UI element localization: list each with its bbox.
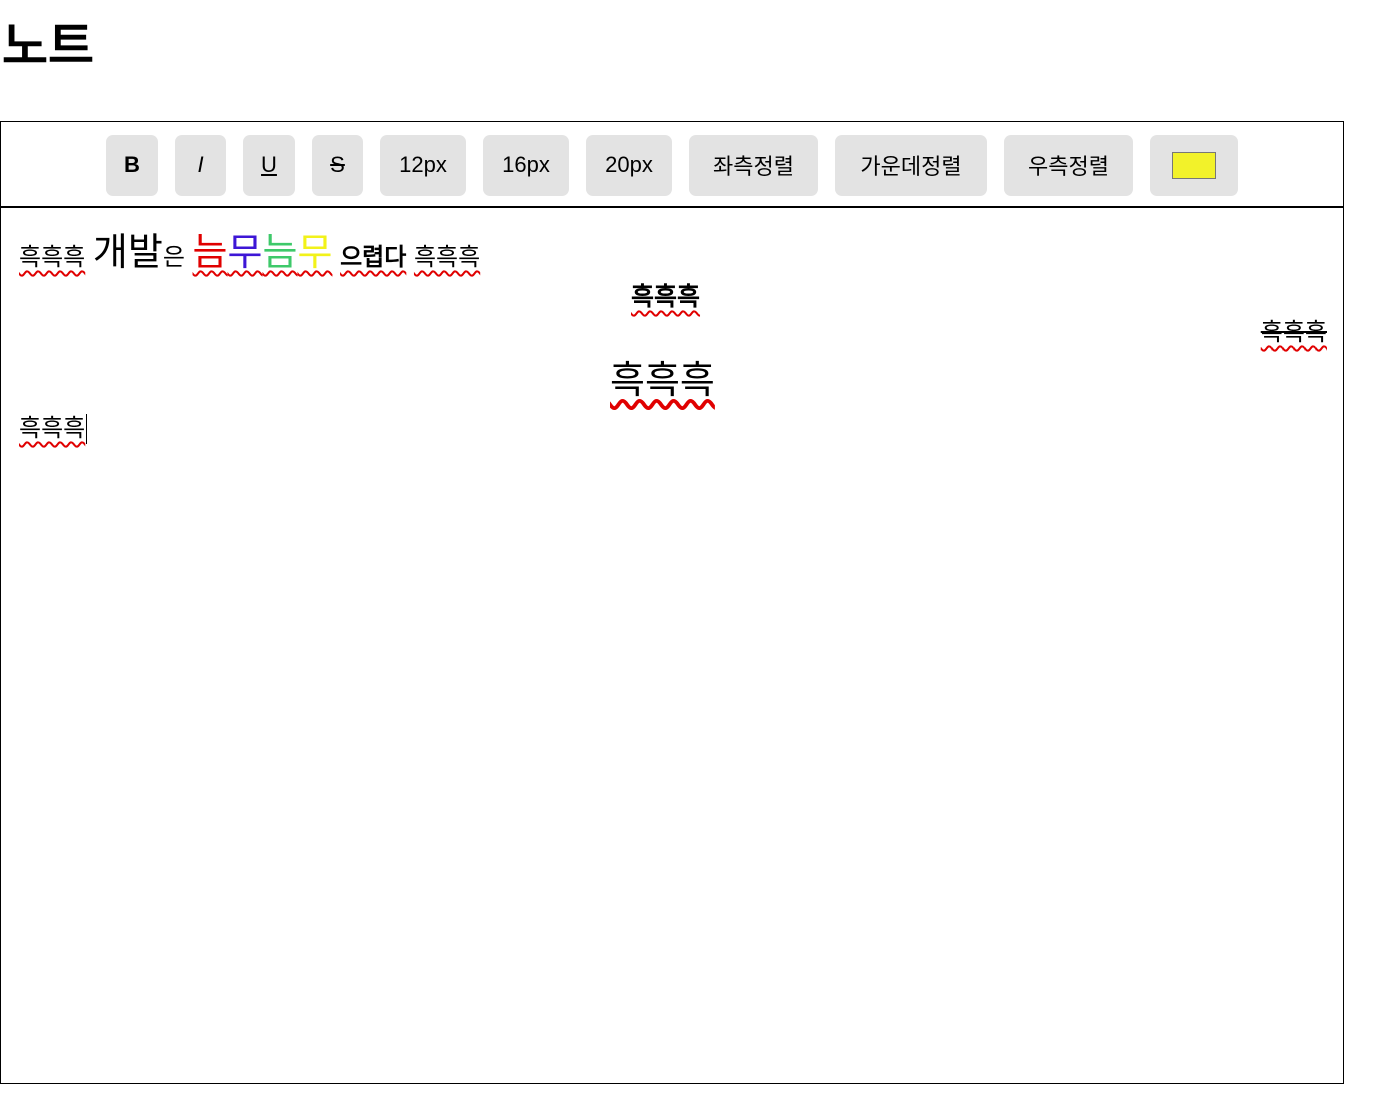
align-center-button[interactable]: 가운데정렬 <box>835 134 987 196</box>
editor-content[interactable]: 흑흑흑 개발은 늠무늠무 으렵다 흑흑흑 흑흑흑 흑흑흑 흑흑흑 흑흑흑 <box>1 208 1343 444</box>
font-size-16-button[interactable]: 16px <box>483 134 569 196</box>
format-toolbar: B I U S 12px 16px 20px 좌측정렬 가운데정렬 우측정렬 <box>1 122 1343 208</box>
font-size-20-button[interactable]: 20px <box>586 134 672 196</box>
text-segment-yellow: 무 <box>297 230 333 274</box>
text-segment: 은 <box>162 243 185 271</box>
text-segment-strikethrough: 흑흑흑 <box>1260 318 1327 346</box>
content-line-4: 흑흑흑 <box>610 358 715 404</box>
text-segment-blue: 무 <box>227 230 263 274</box>
bold-button[interactable]: B <box>106 134 158 196</box>
text-segment-bold: 흑흑흑 <box>631 282 701 311</box>
text-segment-bold: 으렵다 <box>340 243 407 271</box>
text-segment: 흑흑흑 <box>413 243 481 271</box>
note-editor: B I U S 12px 16px 20px 좌측정렬 가운데정렬 우측정렬 흑… <box>0 121 1344 1084</box>
content-line-3: 흑흑흑 <box>1261 318 1327 347</box>
content-line-1: 흑흑흑 개발은 늠무늠무 으렵다 흑흑흑 <box>19 230 480 276</box>
align-right-button[interactable]: 우측정렬 <box>1004 134 1133 196</box>
text-caret <box>86 414 88 444</box>
underline-button[interactable]: U <box>243 134 295 196</box>
text-segment-large: 흑흑흑 <box>610 358 715 402</box>
text-segment-red: 늠 <box>192 230 228 274</box>
color-swatch <box>1172 151 1216 179</box>
font-size-12-button[interactable]: 12px <box>380 134 466 196</box>
strikethrough-button[interactable]: S <box>312 134 363 196</box>
content-line-2: 흑흑흑 <box>631 282 700 312</box>
italic-button[interactable]: I <box>175 134 226 196</box>
text-segment: 개발 <box>92 230 163 274</box>
page-title: 노트 <box>2 17 94 75</box>
content-line-5: 흑흑흑 <box>19 414 88 444</box>
text-segment-green: 늠 <box>262 230 298 274</box>
text-color-picker[interactable] <box>1150 134 1238 196</box>
text-segment: 흑흑흑 <box>19 243 86 271</box>
text-segment-strikethrough: 흑흑흑 <box>19 414 86 442</box>
align-left-button[interactable]: 좌측정렬 <box>689 134 818 196</box>
